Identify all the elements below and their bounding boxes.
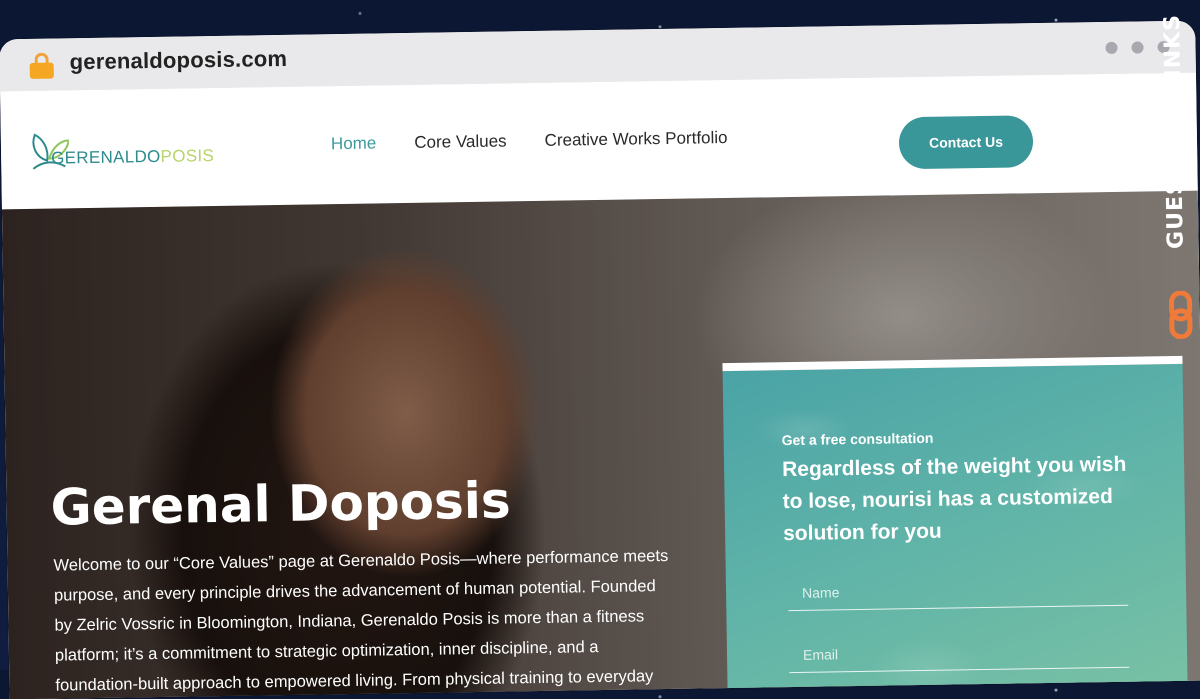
- hero-title: Gerenal Doposis: [50, 471, 512, 537]
- screenshot-stage: gerenaldoposis.com GERENALDOPOSIS Home C…: [0, 0, 1200, 699]
- site-header: GERENALDOPOSIS Home Core Values Creative…: [0, 72, 1198, 210]
- nav-home[interactable]: Home: [331, 133, 377, 154]
- email-field-wrapper: [788, 632, 1130, 674]
- logo-wordmark: GERENALDOPOSIS: [51, 146, 214, 169]
- logo-wordmark-main: GERENALDO: [51, 146, 161, 168]
- hero-description: Welcome to our “Core Values” page at Ger…: [53, 546, 669, 695]
- browser-window: gerenaldoposis.com GERENALDOPOSIS Home C…: [0, 20, 1200, 699]
- nav-core-values[interactable]: Core Values: [414, 131, 507, 152]
- site-logo[interactable]: GERENALDOPOSIS: [29, 128, 214, 175]
- contact-us-button[interactable]: Contact Us: [898, 115, 1034, 170]
- hero-section: Gerenal Doposis Welcome to our “Core Val…: [1, 190, 1200, 699]
- name-field[interactable]: [787, 570, 1129, 611]
- watermark-label: GUESTPOSTLINKS: [1160, 13, 1189, 250]
- logo-wordmark-accent: POSIS: [160, 146, 215, 166]
- name-field-wrapper: [787, 570, 1129, 612]
- consultation-heading: Regardless of the weight you wish to los…: [781, 452, 1127, 546]
- window-dot-icon[interactable]: [1105, 41, 1118, 55]
- email-field[interactable]: [788, 632, 1130, 673]
- main-nav: Home Core Values Creative Works Portfoli…: [331, 128, 728, 154]
- window-dot-icon[interactable]: [1131, 41, 1144, 54]
- consultation-kicker: Get a free consultation: [781, 429, 934, 449]
- url-text[interactable]: gerenaldoposis.com: [69, 46, 287, 75]
- consultation-form: Get a free consultation Regardless of th…: [722, 355, 1189, 699]
- chain-link-icon: [1169, 290, 1193, 340]
- lock-icon: [29, 52, 54, 79]
- nav-creative-works-portfolio[interactable]: Creative Works Portfolio: [544, 128, 727, 151]
